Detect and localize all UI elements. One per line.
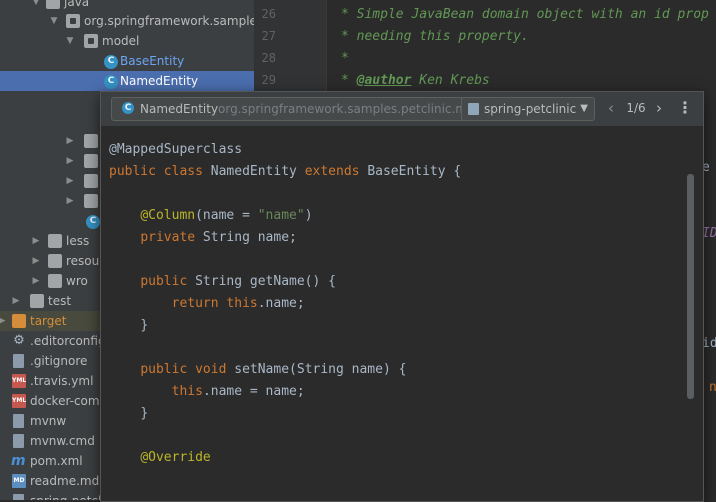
code-line: this.name = name; xyxy=(171,384,305,399)
file-icon xyxy=(13,354,24,368)
code-line: return this.name; xyxy=(171,296,305,311)
module-dropdown[interactable]: spring-petclinic ▼ xyxy=(461,97,595,121)
chevron-down-icon: ▼ xyxy=(580,103,588,114)
file-icon xyxy=(13,494,24,500)
comment-line: * Simple JavaBean domain object with an … xyxy=(341,7,709,22)
line-number: 29 xyxy=(261,73,276,87)
maven-icon: m xyxy=(11,453,26,469)
md-icon: MD xyxy=(12,474,26,488)
more-vertical-icon[interactable]: ⋮ xyxy=(675,98,695,118)
module-name: spring-petclinic xyxy=(484,102,577,116)
module-icon xyxy=(468,103,479,115)
line-number: 27 xyxy=(261,29,276,43)
yml-icon: YML xyxy=(12,374,26,388)
folder-icon xyxy=(84,194,98,208)
package-icon xyxy=(66,14,80,28)
file-icon xyxy=(13,434,24,448)
class-icon: C xyxy=(104,75,118,89)
chevron-right-icon[interactable]: ▶ xyxy=(64,171,76,191)
code-fragment: ID xyxy=(702,226,716,241)
class-icon: C xyxy=(122,102,134,114)
code-fragment: id xyxy=(702,336,716,351)
chevron-right-icon[interactable]: ▶ xyxy=(30,271,42,291)
comment-line: * @author Ken Krebs xyxy=(341,73,490,88)
code-line: @MappedSuperclass xyxy=(109,142,243,157)
folder-icon xyxy=(84,134,98,148)
folder-icon xyxy=(84,174,98,188)
folder-icon xyxy=(84,154,98,168)
chevron-right-icon[interactable]: ▶ xyxy=(10,291,22,311)
gear-icon: ⚙ xyxy=(13,333,25,348)
code-line: @Override xyxy=(140,450,211,465)
code-line: public class NamedEntity extends BaseEnt… xyxy=(109,164,462,179)
folder-icon xyxy=(48,274,62,288)
spring-class-icon: C xyxy=(86,215,100,229)
package-icon xyxy=(84,34,98,48)
code-line: public void setName(String name) { xyxy=(140,362,407,377)
folder-icon xyxy=(48,254,62,268)
chevron-right-icon[interactable]: ▶ xyxy=(30,231,42,251)
chevron-right-icon[interactable]: ▶ xyxy=(64,151,76,171)
chevron-right-icon[interactable]: › xyxy=(651,98,667,118)
line-number: 26 xyxy=(261,7,276,21)
folder-icon xyxy=(48,234,62,248)
definition-breadcrumb[interactable]: C NamedEntity org.springframework.sample… xyxy=(111,97,469,121)
class-icon: C xyxy=(104,55,118,69)
class-name: NamedEntity xyxy=(140,102,219,116)
tree-item-baseentity[interactable]: C BaseEntity xyxy=(0,51,254,71)
chevron-right-icon[interactable]: ▶ xyxy=(30,251,42,271)
definition-code: @MappedSuperclass public class NamedEnti… xyxy=(101,126,703,501)
code-line: } xyxy=(140,318,149,333)
folder-icon xyxy=(46,0,60,9)
code-line: private String name; xyxy=(140,230,297,245)
tree-item-package[interactable]: ▼ org.springframework.samples.pe xyxy=(0,11,254,31)
code-line: @Column(name = "name") xyxy=(140,208,313,223)
popup-scrollbar[interactable] xyxy=(687,174,694,399)
tree-item-model[interactable]: ▼ model xyxy=(0,31,254,51)
package-name: org.springframework.samples.petclinic.mo… xyxy=(218,102,469,116)
author-tag: @author xyxy=(356,73,412,88)
author-name: Ken Krebs xyxy=(411,73,490,88)
chevron-right-icon[interactable]: ▶ xyxy=(64,131,76,151)
tree-item-namedentity[interactable]: C NamedEntity xyxy=(0,71,254,91)
popup-header: C NamedEntity org.springframework.sample… xyxy=(101,92,703,125)
code-line: public String getName() { xyxy=(140,274,336,289)
code-fragment: n xyxy=(709,380,716,395)
chevron-down-icon[interactable]: ▼ xyxy=(48,11,60,31)
file-icon xyxy=(13,414,24,428)
quick-definition-popup: C NamedEntity org.springframework.sample… xyxy=(100,91,704,502)
chevron-right-icon[interactable]: ▶ xyxy=(0,311,8,331)
chevron-down-icon[interactable]: ▼ xyxy=(64,31,76,51)
folder-icon xyxy=(30,294,44,308)
folder-icon xyxy=(12,314,26,328)
code-line: } xyxy=(140,406,149,421)
line-number: 28 xyxy=(261,51,276,65)
yml-icon: YML xyxy=(12,394,26,408)
chevron-left-icon[interactable]: ‹ xyxy=(603,98,619,118)
page-counter: 1/6 xyxy=(626,101,646,115)
comment-line: * xyxy=(341,51,349,66)
comment-line: * needing this property. xyxy=(341,29,529,44)
chevron-right-icon[interactable]: ▶ xyxy=(64,191,76,211)
